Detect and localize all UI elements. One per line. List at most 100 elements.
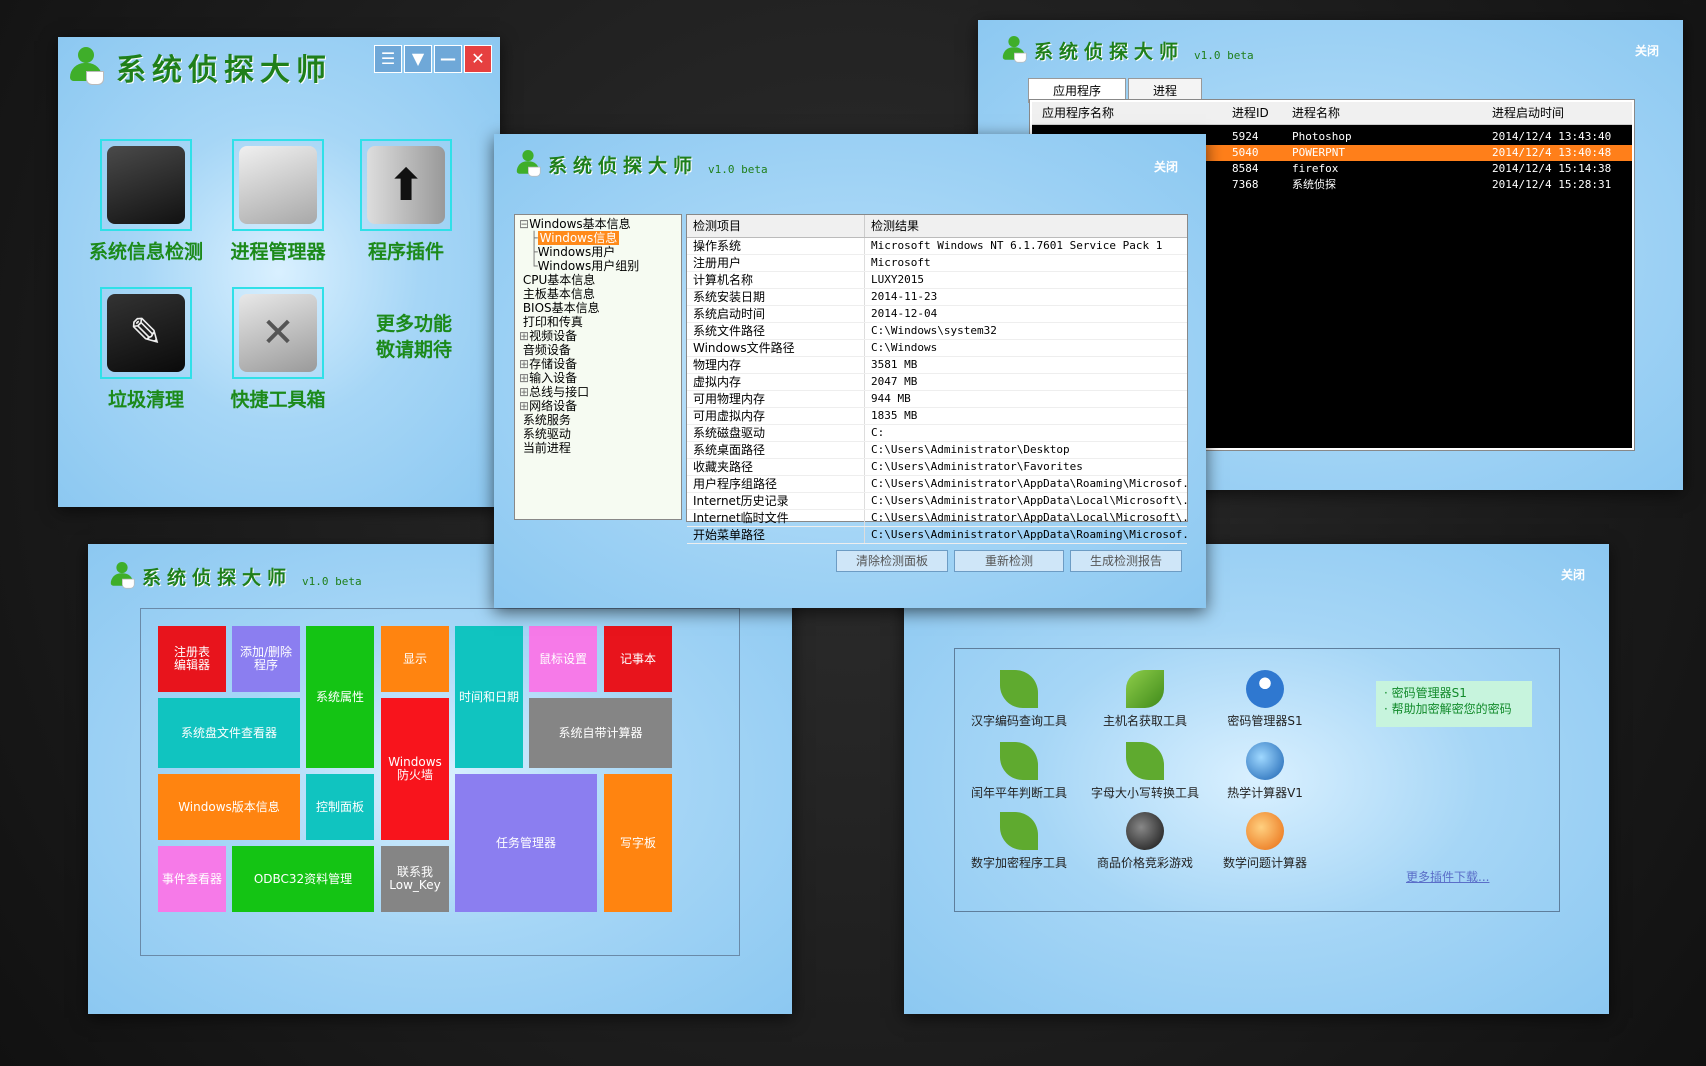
grid-row[interactable]: 系统文件路径 C:\Windows\system32 xyxy=(687,323,1187,340)
metro-tile[interactable]: ODBC32资料管理 xyxy=(232,846,374,912)
tile-toolbox[interactable]: ✕ 快捷工具箱 xyxy=(218,287,338,412)
grid-key: 注册用户 xyxy=(687,255,865,271)
plugin-item[interactable]: 数学问题计算器 xyxy=(1200,812,1330,871)
toolbox-window: 系统侦探大师 v1.0 beta 注册表 编辑器 添加/删除 程序 系统属性 显示 时间… xyxy=(88,544,792,1014)
logo-person-icon xyxy=(1000,36,1028,64)
tree-expander-icon: ⊞ xyxy=(519,399,530,413)
metro-tile[interactable]: Windows 防火墙 xyxy=(381,698,449,840)
plugin-item[interactable]: 密码管理器S1 xyxy=(1200,670,1330,729)
metro-tile[interactable]: 控制面板 xyxy=(306,774,374,840)
metro-tile[interactable]: 系统属性 xyxy=(306,626,374,768)
metro-tile[interactable]: 添加/删除 程序 xyxy=(232,626,300,692)
close-button[interactable]: 关闭 xyxy=(1154,158,1178,175)
plugin-item[interactable]: 字母大小写转换工具 xyxy=(1080,742,1210,801)
upload-arrow-icon: ⬆ xyxy=(367,146,445,224)
generate-report-button[interactable]: 生成检测报告 xyxy=(1070,550,1182,572)
close-button[interactable]: 关闭 xyxy=(1561,566,1585,583)
grid-row[interactable]: Internet临时文件 C:\Users\Administrator\AppDa… xyxy=(687,510,1187,527)
metro-tile[interactable]: 联系我 Low_Key xyxy=(381,846,449,912)
plugin-label: 字母大小写转换工具 xyxy=(1090,786,1199,800)
recheck-button[interactable]: 重新检测 xyxy=(954,550,1064,572)
metro-tile[interactable]: 系统盘文件查看器 xyxy=(158,698,300,768)
tree-item[interactable]: 音频设备 xyxy=(519,343,681,357)
tree-expander-icon: ⊞ xyxy=(519,329,530,343)
logo-person-icon xyxy=(514,150,542,178)
grid-row[interactable]: Windows文件路径 C:\Windows xyxy=(687,340,1187,357)
metro-tile[interactable]: 时间和日期 xyxy=(455,626,523,768)
grid-row[interactable]: 注册用户 Microsoft xyxy=(687,255,1187,272)
app-logo: 系统侦探大师 v1.0 beta xyxy=(994,30,1254,70)
tree-item[interactable]: ⊞总线与接口 xyxy=(519,385,681,399)
plugin-item[interactable]: 商品价格竞彩游戏 xyxy=(1080,812,1210,871)
grid-row[interactable]: 收藏夹路径 C:\Users\Administrator\Favorites xyxy=(687,459,1187,476)
tree-item[interactable]: ├Windows用户 xyxy=(519,245,681,259)
tree-item[interactable]: ⊞存储设备 xyxy=(519,357,681,371)
tree-item-label: BIOS基本信息 xyxy=(522,301,600,315)
tree-item[interactable]: 当前进程 xyxy=(519,441,681,455)
cell-pid: 7368 xyxy=(1232,178,1259,191)
close-button[interactable]: 关闭 xyxy=(1635,42,1659,59)
tile-system-info[interactable]: 系统信息检测 xyxy=(86,139,206,264)
plugin-item[interactable]: 主机名获取工具 xyxy=(1080,670,1210,729)
tree-item[interactable]: ⊟Windows基本信息 xyxy=(519,217,681,231)
metro-tile[interactable]: 记事本 xyxy=(604,626,672,692)
grid-row[interactable]: 用户程序组路径 C:\Users\Administrator\AppData\Ro… xyxy=(687,476,1187,493)
grid-row[interactable]: 系统磁盘驱动 C: xyxy=(687,425,1187,442)
app-logo: 系统侦探大师 v1.0 beta xyxy=(102,556,362,596)
grid-key: 虚拟内存 xyxy=(687,374,865,390)
grid-row[interactable]: 开始菜单路径 C:\Users\Administrator\AppData\Roa… xyxy=(687,527,1187,544)
grid-row[interactable]: Internet历史记录 C:\Users\Administrator\AppDa… xyxy=(687,493,1187,510)
metro-tile[interactable]: Windows版本信息 xyxy=(158,774,300,840)
clear-panel-button[interactable]: 清除检测面板 xyxy=(836,550,948,572)
metro-tile[interactable]: 事件查看器 xyxy=(158,846,226,912)
plugin-item[interactable]: 闰年平年判断工具 xyxy=(954,742,1084,801)
grid-row[interactable]: 系统桌面路径 C:\Users\Administrator\Desktop xyxy=(687,442,1187,459)
plugin-item[interactable]: 数字加密程序工具 xyxy=(954,812,1084,871)
grid-value: C:\Windows xyxy=(871,341,938,354)
tree-expander-icon: ⊞ xyxy=(519,385,530,399)
metro-tile[interactable]: 显示 xyxy=(381,626,449,692)
tree-item[interactable]: 系统服务 xyxy=(519,413,681,427)
plugin-item[interactable]: 汉字编码查询工具 xyxy=(954,670,1084,729)
app-title: 系统侦探大师 xyxy=(142,566,293,589)
plugin-item[interactable]: 热学计算器V1 xyxy=(1200,742,1330,801)
grid-row[interactable]: 系统安装日期 2014-11-23 xyxy=(687,289,1187,306)
grid-value: 2047 MB xyxy=(871,375,918,388)
dropdown-icon[interactable]: ▼ xyxy=(404,45,432,73)
tree-item[interactable]: 系统驱动 xyxy=(519,427,681,441)
tree-item-label: Windows信息 xyxy=(537,231,620,245)
tree-item[interactable]: 打印和传真 xyxy=(519,315,681,329)
grid-row[interactable]: 虚拟内存 2047 MB xyxy=(687,374,1187,391)
tree-item[interactable]: ⊞输入设备 xyxy=(519,371,681,385)
tile-label: 垃圾清理 xyxy=(107,389,184,411)
metro-tile[interactable]: 写字板 xyxy=(604,774,672,912)
logo-person-icon xyxy=(66,47,106,87)
app-title: 系统侦探大师 xyxy=(548,154,699,177)
tree-item[interactable]: CPU基本信息 xyxy=(519,273,681,287)
metro-tile[interactable]: 鼠标设置 xyxy=(529,626,597,692)
metro-tile[interactable]: 任务管理器 xyxy=(455,774,597,912)
metro-tile[interactable]: 系统自带计算器 xyxy=(529,698,672,768)
grid-value: 2014-12-04 xyxy=(871,307,938,320)
tree-item[interactable]: ⊞视频设备 xyxy=(519,329,681,343)
grid-row[interactable]: 操作系统 Microsoft Windows NT 6.1.7601 Servic… xyxy=(687,238,1187,255)
menu-icon[interactable]: ☰ xyxy=(374,45,402,73)
more-plugins-link[interactable]: 更多插件下载... xyxy=(1406,868,1489,885)
grid-row[interactable]: 可用物理内存 944 MB xyxy=(687,391,1187,408)
tile-plugins[interactable]: ⬆ 程序插件 xyxy=(346,139,466,264)
tree-item[interactable]: ⊞网络设备 xyxy=(519,399,681,413)
tree-item[interactable]: └Windows用户组别 xyxy=(519,259,681,273)
grid-row[interactable]: 物理内存 3581 MB xyxy=(687,357,1187,374)
tree-item[interactable]: BIOS基本信息 xyxy=(519,301,681,315)
grid-row[interactable]: 可用虚拟内存 1835 MB xyxy=(687,408,1187,425)
grid-row[interactable]: 计算机名称 LUXY2015 xyxy=(687,272,1187,289)
tree-item[interactable]: ├ Windows信息 xyxy=(519,231,681,245)
tile-cleanup[interactable]: ✎ 垃圾清理 xyxy=(86,287,206,412)
grid-row[interactable]: 系统启动时间 2014-12-04 xyxy=(687,306,1187,323)
minimize-icon[interactable]: — xyxy=(434,45,462,73)
tree-item[interactable]: 主板基本信息 xyxy=(519,287,681,301)
tile-process-manager[interactable]: 进程管理器 xyxy=(218,139,338,264)
metro-tile[interactable]: 注册表 编辑器 xyxy=(158,626,226,692)
close-icon[interactable]: ✕ xyxy=(464,45,492,73)
plugin-label: 热学计算器V1 xyxy=(1227,786,1303,800)
